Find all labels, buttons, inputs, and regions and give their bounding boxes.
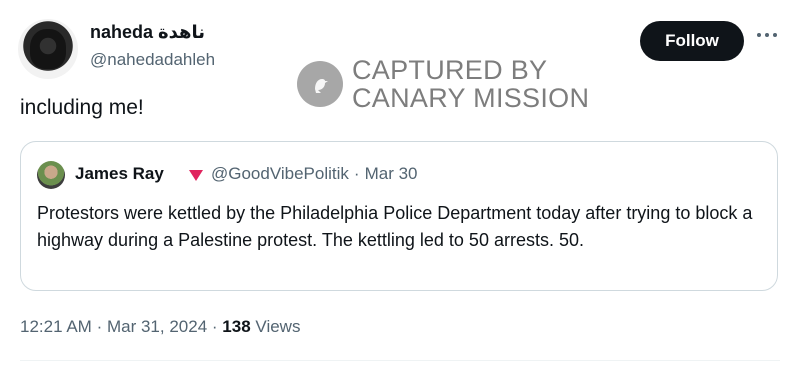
- separator: ·: [353, 164, 360, 183]
- tweet-meta: 12:21 AM · Mar 31, 2024 · 138 Views: [20, 317, 300, 337]
- follow-button[interactable]: Follow: [640, 21, 744, 61]
- red-triangle-icon: [189, 170, 203, 181]
- quoted-tweet-text: Protestors were kettled by the Philadelp…: [37, 203, 753, 250]
- quoted-handle-and-date: @GoodVibePolitik · Mar 30: [211, 164, 418, 184]
- tweet-text: including me!: [20, 96, 144, 119]
- watermark-line2: CANARY MISSION: [352, 83, 590, 113]
- quoted-author-avatar[interactable]: [37, 161, 65, 189]
- views-count: 138: [222, 317, 251, 336]
- author-display-name[interactable]: naheda ناهدة: [90, 22, 205, 43]
- divider: [20, 360, 780, 361]
- watermark: CAPTURED BY CANARY MISSION: [297, 56, 589, 112]
- separator: ·: [96, 317, 103, 336]
- watermark-line1: CAPTURED BY: [352, 55, 548, 85]
- more-options-icon[interactable]: [757, 30, 777, 40]
- author-avatar[interactable]: [18, 19, 78, 79]
- views-label: Views: [255, 317, 301, 336]
- quoted-tweet-card[interactable]: James Ray @GoodVibePolitik · Mar 30 Protes…: [20, 141, 778, 291]
- tweet-time[interactable]: 12:21 AM: [20, 317, 92, 336]
- canary-bird-icon: [297, 61, 343, 107]
- quoted-date[interactable]: Mar 30: [365, 164, 418, 183]
- separator: ·: [211, 317, 218, 336]
- tweet-date[interactable]: Mar 31, 2024: [107, 317, 207, 336]
- author-handle[interactable]: @nahedadahleh: [90, 50, 215, 70]
- quoted-handle[interactable]: @GoodVibePolitik: [211, 164, 349, 183]
- quoted-author-name[interactable]: James Ray: [75, 164, 164, 184]
